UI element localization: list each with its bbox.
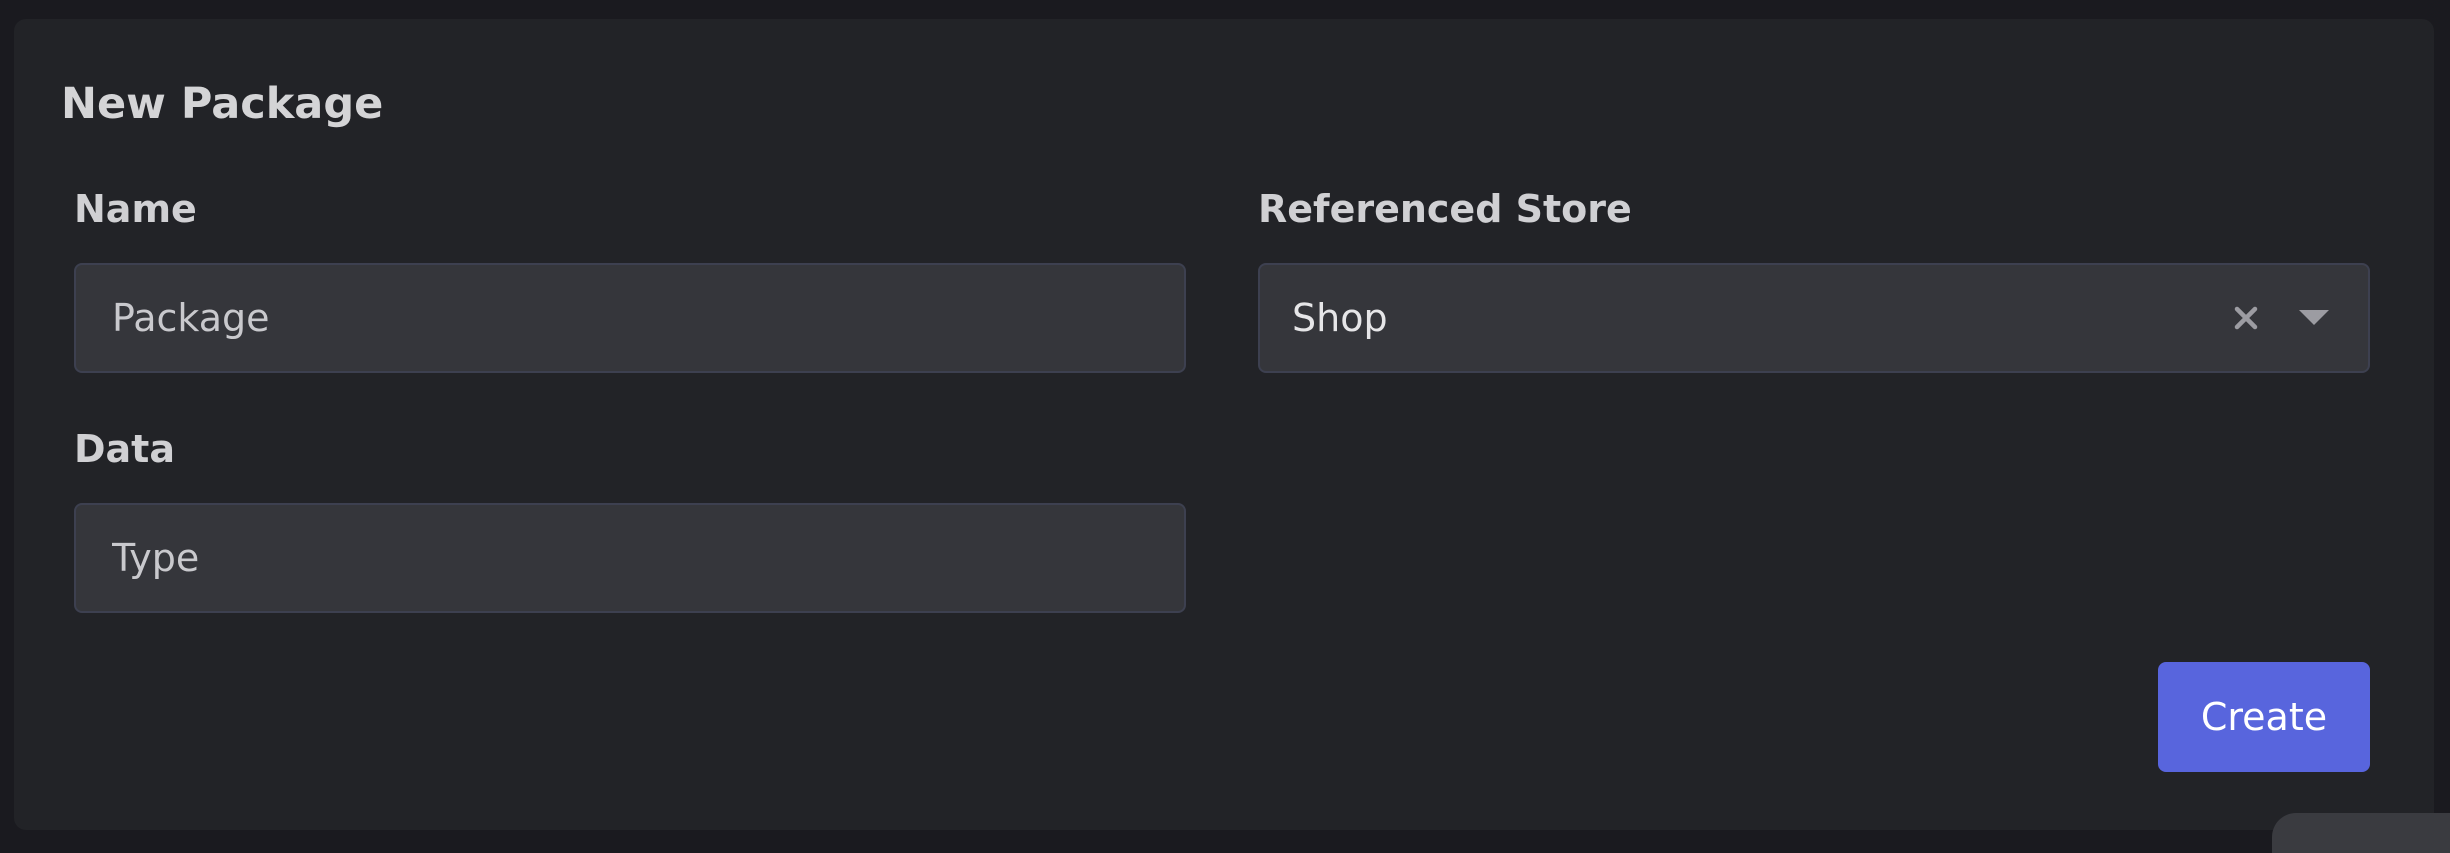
create-button[interactable]: Create [2158, 662, 2370, 772]
referenced-store-label: Referenced Store [1258, 187, 1632, 231]
data-label: Data [74, 427, 175, 471]
referenced-store-value: Shop [1292, 296, 1388, 340]
data-field-container [74, 503, 1186, 613]
close-icon[interactable] [2222, 294, 2270, 342]
name-input[interactable] [76, 265, 1184, 371]
form-title: New Package [61, 79, 384, 129]
name-label: Name [74, 187, 197, 231]
data-input[interactable] [76, 505, 1184, 611]
chevron-down-icon[interactable] [2290, 294, 2338, 342]
referenced-store-select[interactable]: Shop [1258, 263, 2370, 373]
resize-handle[interactable] [2272, 813, 2450, 853]
name-field-container [74, 263, 1186, 373]
new-package-card [14, 19, 2434, 830]
